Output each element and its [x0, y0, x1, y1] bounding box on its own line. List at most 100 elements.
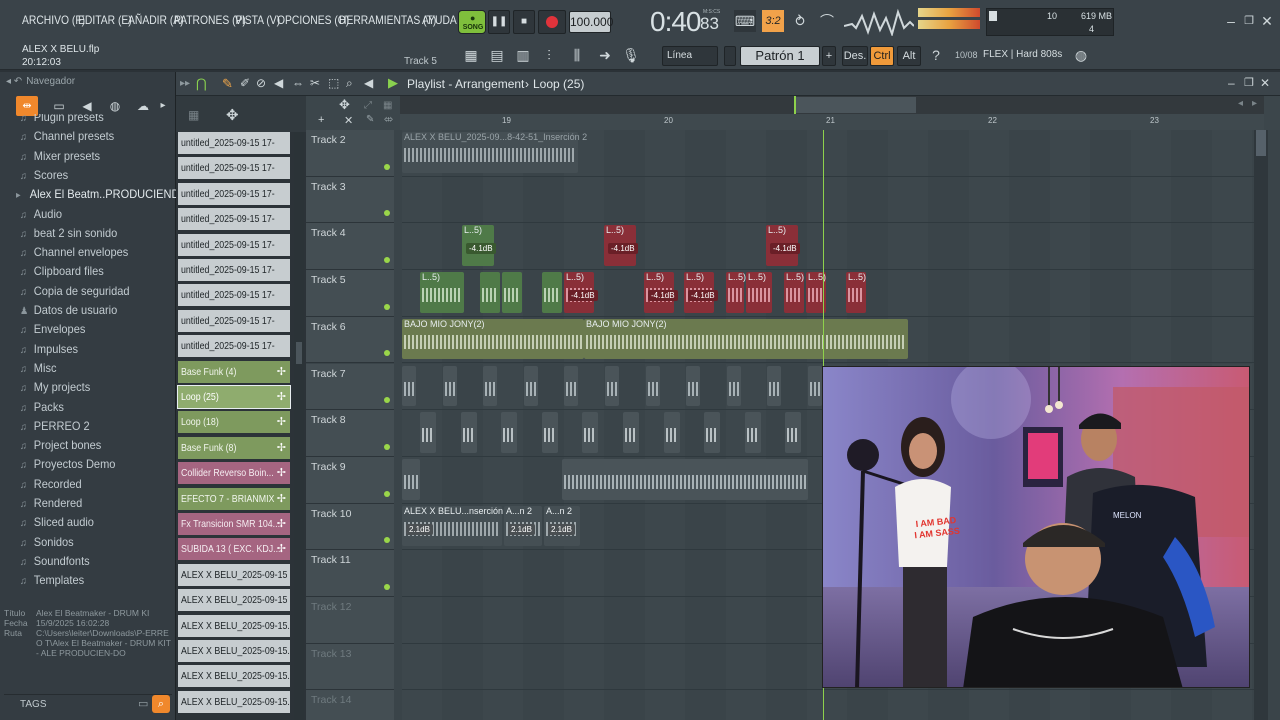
picker-item[interactable]: Base Funk (4) ✢ — [178, 360, 290, 383]
track-enable-led[interactable] — [384, 210, 390, 217]
browser-item[interactable]: ♫ Sonidos — [20, 535, 74, 549]
browser-item[interactable]: ♫ Packs — [20, 400, 64, 414]
drum-hit-clip[interactable] — [785, 412, 802, 453]
audio-clip[interactable]: A...n 2 2.1dB — [504, 505, 542, 547]
overview-left-arrow-icon[interactable]: ◂ — [1238, 98, 1243, 109]
browser-item[interactable]: ♫ Templates — [20, 573, 84, 587]
browser-item[interactable]: ♫ Misc — [20, 361, 56, 375]
audio-clip[interactable]: BAJO MIO JONY(2) — [584, 318, 908, 360]
track-enable-led[interactable] — [384, 537, 390, 544]
browser-item[interactable]: ♫ My projects — [20, 380, 90, 394]
browser-item[interactable]: ▸ Alex El Beatm..PRODUCIENDO — [16, 187, 176, 201]
track-header[interactable]: Track 5 — [306, 270, 394, 317]
stop-button[interactable]: ■ — [513, 10, 535, 34]
magnet-snap-icon[interactable]: ⋂ — [196, 76, 207, 92]
track-enable-led[interactable] — [384, 490, 390, 497]
snap-selector[interactable]: Línea — [662, 46, 718, 66]
audio-clip[interactable]: L..5) -4.1dB — [604, 225, 638, 267]
browser-item[interactable]: ♫ Project bones — [20, 438, 101, 452]
pattern-drag-icon[interactable]: ✢ — [277, 361, 286, 383]
picker-scrollbar[interactable] — [294, 132, 304, 720]
track-enable-led[interactable] — [384, 257, 390, 264]
picker-item[interactable]: ALEX X BELU_2025-09-15. — [178, 690, 290, 713]
browser-item[interactable]: ♫ Soundfonts — [20, 554, 90, 568]
track-enable-led[interactable] — [384, 163, 390, 170]
drum-hit-clip[interactable] — [686, 365, 701, 407]
overview-strip[interactable] — [400, 96, 1264, 114]
track-lane[interactable] — [402, 223, 1254, 271]
remove-track-icon[interactable]: ✕ — [344, 114, 353, 127]
record-button[interactable] — [538, 10, 566, 34]
pattern-drag-icon[interactable]: ✢ — [277, 513, 286, 535]
playlist-move-icon[interactable]: ✥ — [339, 97, 350, 113]
browser-item[interactable]: ♫ Sliced audio — [20, 515, 94, 529]
overview-right-arrow-icon[interactable]: ▸ — [1252, 98, 1257, 109]
typing-keyboard-icon[interactable]: ⌨ — [734, 10, 756, 32]
audio-clip[interactable] — [542, 272, 562, 313]
drum-hit-clip[interactable] — [605, 365, 619, 407]
metronome-icon[interactable]: 3:2 — [762, 10, 784, 32]
audio-clip[interactable]: L..5) -4.1dB — [462, 225, 496, 267]
wait-input-icon[interactable]: ⌒ — [816, 10, 838, 32]
track-header[interactable]: Track 11 — [306, 550, 394, 597]
microphone-icon[interactable]: 🎙 — [620, 44, 642, 66]
picker-item[interactable]: untitled_2025-09-15 17- — [178, 208, 290, 231]
track-lane[interactable] — [402, 270, 1254, 317]
drum-hit-clip[interactable] — [582, 412, 599, 453]
picker-item[interactable]: untitled_2025-09-15 17- — [178, 259, 290, 281]
track-header[interactable]: Track 8 — [306, 410, 394, 457]
chain-icon[interactable]: ⤄ — [384, 114, 393, 125]
track-lane[interactable] — [402, 690, 1254, 720]
browser-item[interactable]: ♫ Envelopes — [20, 322, 85, 336]
browser-item[interactable]: ♟ Datos de usuario — [20, 303, 117, 317]
playlist-grid-icon[interactable]: ▦ — [383, 100, 392, 111]
drum-hit-clip[interactable] — [402, 365, 416, 407]
picker-item[interactable]: untitled_2025-09-15 17- — [178, 182, 290, 205]
pattern-drag-icon[interactable]: ✢ — [277, 437, 286, 459]
picker-item[interactable]: ALEX X BELU_2025-09-15 — [178, 589, 290, 612]
mute-tool-icon[interactable]: ◀ — [274, 76, 283, 90]
close-icon[interactable]: ✕ — [1256, 10, 1278, 32]
draw-tool-icon[interactable]: ✎ — [222, 76, 233, 92]
audio-clip[interactable] — [480, 272, 500, 313]
drum-hit-clip[interactable] — [663, 412, 680, 453]
browser-icon[interactable]: ⫼ — [566, 44, 588, 66]
browser-all-filter-icon[interactable]: ⇹ — [16, 96, 38, 116]
help-icon[interactable]: ? — [925, 44, 947, 66]
drum-hit-clip[interactable] — [744, 412, 761, 453]
browser-item[interactable]: ♫ Plugin presets — [20, 114, 104, 124]
audio-clip[interactable]: L..5) -4.1dB — [564, 272, 598, 313]
picker-item[interactable]: untitled_2025-09-15 17- — [178, 132, 290, 154]
track-header[interactable]: Track 2 — [306, 130, 394, 177]
add-track-icon[interactable]: + — [318, 114, 324, 126]
audio-clip[interactable]: L..5) -4.1dB — [766, 225, 800, 267]
track-enable-led[interactable] — [384, 443, 390, 450]
pattern-selector[interactable]: Patrón 1 — [740, 46, 820, 66]
audio-clip[interactable]: L..5) — [846, 272, 866, 313]
picker-item[interactable]: ALEX X BELU_2025-09-15. — [178, 640, 290, 662]
track-header[interactable]: Track 14 — [306, 690, 394, 720]
playlist-pattern-name[interactable]: Loop (25) — [533, 77, 584, 91]
slice-tool-icon[interactable]: ✂ — [310, 76, 320, 90]
pattern-drag-icon[interactable]: ✢ — [277, 411, 286, 433]
browser-item[interactable]: ♫ Mixer presets — [20, 149, 100, 163]
menu-archivo[interactable]: ARCHIVO (F) — [22, 13, 85, 27]
drum-hit-clip[interactable] — [704, 412, 721, 453]
picker-all-icon[interactable]: ▦ — [188, 108, 199, 122]
pencil-icon[interactable]: ✎ — [366, 114, 374, 125]
browser-back-icon[interactable]: ◂ ↶ — [6, 76, 22, 87]
browser-item[interactable]: ♫ Rendered — [20, 496, 82, 510]
picker-item[interactable]: untitled_2025-09-15 17- — [178, 157, 290, 180]
menu-vista[interactable]: VISTA (V) — [235, 13, 280, 27]
picker-item[interactable]: untitled_2025-09-15 17- — [178, 233, 290, 256]
picker-item[interactable]: untitled_2025-09-15 17- — [178, 284, 290, 307]
plugin-picker-icon[interactable]: ➜ — [594, 44, 616, 66]
mixer-icon[interactable]: ⫶ — [538, 44, 560, 66]
playlist-minimize-icon[interactable]: – — [1228, 76, 1235, 90]
drum-hit-clip[interactable] — [767, 365, 782, 407]
picker-item[interactable]: Loop (25) ✢ — [177, 385, 291, 409]
browser-item[interactable]: ♫ Impulses — [20, 342, 78, 356]
playlist-icon[interactable]: ▦ — [460, 44, 482, 66]
browser-item[interactable]: ♫ Channel presets — [20, 129, 114, 143]
track-header[interactable]: Track 7 — [306, 363, 394, 411]
